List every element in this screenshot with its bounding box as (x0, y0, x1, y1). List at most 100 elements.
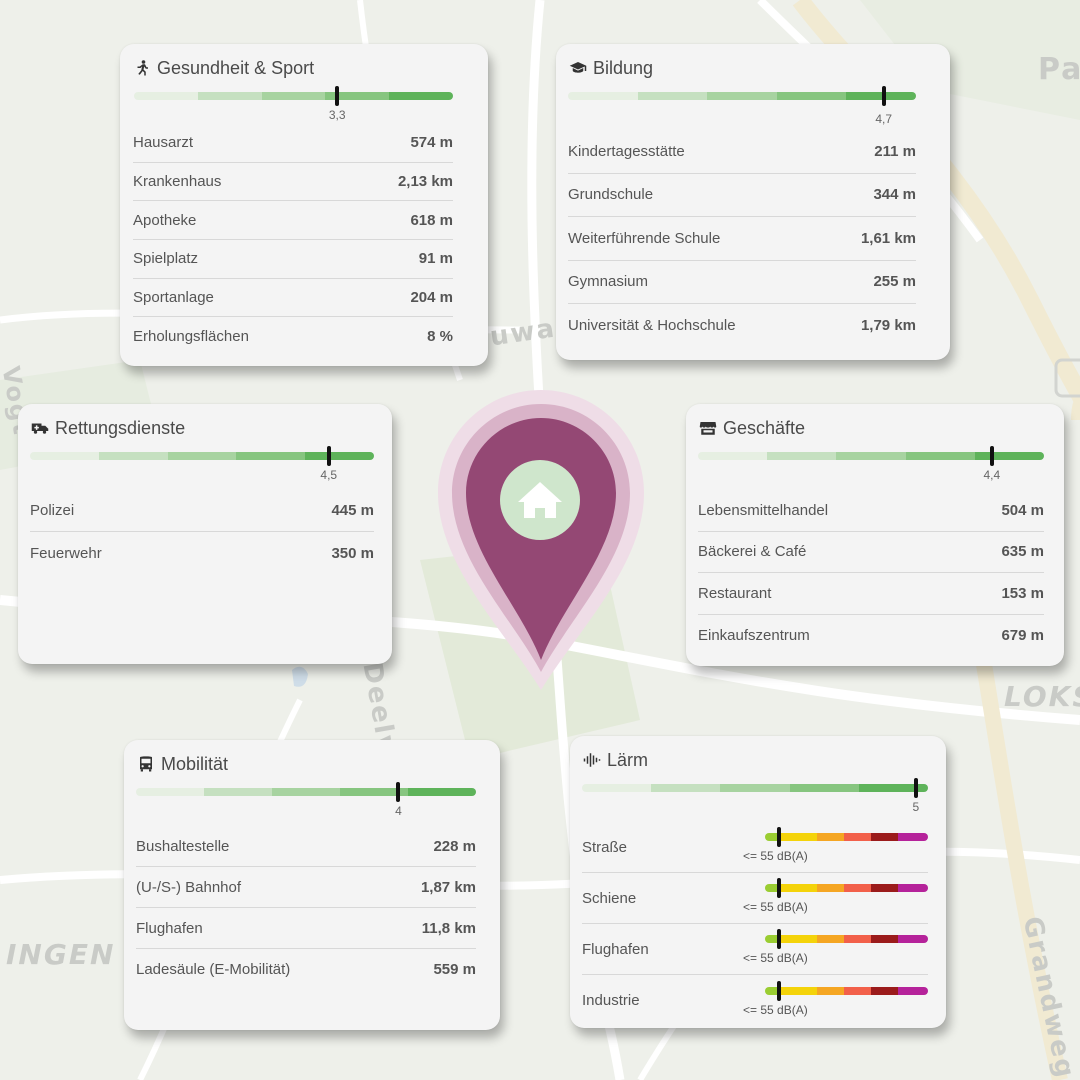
noise-source-label: Straße (582, 838, 628, 856)
card-rescue-services: Rettungsdienste 4,5 Polizei 445 m Feuerweh… (18, 404, 392, 664)
noise-source-label: Industrie (582, 992, 640, 1009)
facility-label: Bushaltestelle (136, 837, 230, 855)
card-title-education: Bildung (593, 57, 654, 78)
list-item: Sportanlage 204 m (133, 279, 453, 318)
score-value: 4,4 (983, 468, 1001, 482)
facility-label: Krankenhaus (133, 173, 222, 191)
facility-label: Universität & Hochschule (568, 317, 736, 335)
noise-level: <= 55 dB(A) (743, 1002, 808, 1017)
noise-row: Flughafen <= 55 dB(A) (582, 924, 928, 975)
facility-distance: 679 m (1001, 626, 1044, 644)
score-marker (881, 86, 886, 106)
noise-meter: <= 55 dB(A) (743, 827, 928, 867)
noise-meter: <= 55 dB(A) (743, 929, 928, 969)
list-item: Grundschule 344 m (568, 174, 916, 217)
facility-label: Apotheke (133, 211, 197, 229)
facility-distance: 1,87 km (420, 878, 476, 896)
facility-distance: 11,8 km (421, 919, 476, 937)
facility-distance: 504 m (1001, 501, 1044, 519)
noise-row: Industrie <= 55 dB(A) (582, 975, 928, 1026)
list-item: Polizei 445 m (30, 490, 374, 532)
facility-distance: 2,13 km (397, 173, 453, 191)
noise-level: <= 55 dB(A) (743, 849, 808, 863)
score-value: 4,7 (875, 112, 892, 126)
score-value: 5 (912, 800, 920, 814)
card-title-health-sport: Gesundheit & Sport (157, 57, 315, 78)
card-title-noise: Lärm (607, 749, 649, 770)
facility-list: Lebensmittelhandel 504 m Bäckerei & Café 63… (698, 490, 1044, 656)
facility-label: Sportanlage (133, 289, 214, 307)
noise-marker (777, 827, 781, 847)
list-item: (U-/S-) Bahnhof 1,87 km (136, 867, 476, 908)
map-label-district: INGEN (6, 938, 116, 971)
facility-distance: 350 m (331, 544, 374, 562)
noise-scale-bar (765, 986, 928, 995)
list-item: Restaurant 153 m (698, 573, 1044, 615)
list-item: Bäckerei & Café 635 m (698, 532, 1044, 573)
noise-scale-bar (765, 884, 928, 892)
list-item: Universität & Hochschule 1,79 km (568, 304, 916, 348)
facility-label: Grundschule (568, 186, 654, 204)
score-meter: 4,4 (698, 446, 1044, 490)
facility-distance: 8 % (427, 328, 453, 346)
list-item: Flughafen 11,8 km (136, 908, 476, 949)
facility-distance: 255 m (873, 273, 916, 291)
card-mobility: Mobilität 4 Bushaltestelle 228 m (U-/S-) B… (124, 740, 500, 1030)
facility-label: Gymnasium (568, 273, 649, 291)
facility-distance: 153 m (1001, 584, 1044, 602)
facility-distance: 618 m (410, 211, 453, 229)
facility-label: Einkaufszentrum (698, 626, 810, 644)
facility-label: Restaurant (698, 584, 772, 602)
noise-source-label: Schiene (582, 889, 637, 907)
facility-distance: 211 m (874, 142, 916, 160)
list-item: Ladesäule (E-Mobilität) 559 m (136, 949, 476, 990)
facility-list: Polizei 445 m Feuerwehr 350 m (30, 490, 374, 574)
list-item: Hausarzt 574 m (133, 124, 453, 163)
facility-label: Polizei (30, 502, 75, 519)
score-marker (913, 778, 918, 798)
sound-wave-icon (582, 750, 602, 770)
facility-distance: 559 m (433, 961, 476, 978)
card-title-shops: Geschäfte (723, 417, 806, 438)
noise-marker (777, 980, 781, 1001)
facility-distance: 1,79 km (860, 317, 916, 335)
card-education: Bildung 4,7 Kindertagesstätte 211 m Grunds… (556, 44, 950, 360)
list-item: Gymnasium 255 m (568, 261, 916, 304)
noise-row: Straße <= 55 dB(A) (582, 822, 928, 873)
facility-distance: 1,61 km (860, 229, 916, 247)
score-meter: 5 (582, 778, 928, 822)
score-meter: 4,5 (30, 446, 374, 490)
facility-label: Spielplatz (133, 250, 199, 268)
facility-label: Flughafen (136, 919, 203, 937)
ambulance-icon (30, 418, 50, 438)
score-meter: 4,7 (568, 86, 916, 130)
score-bar (568, 92, 916, 100)
noise-level: <= 55 dB(A) (743, 900, 808, 914)
facility-label: Weiterführende Schule (568, 229, 721, 247)
score-marker (335, 86, 340, 106)
noise-list: Straße <= 55 dB(A) Schiene <= 55 dB(A) Flugh… (582, 822, 928, 1026)
facility-list: Kindertagesstätte 211 m Grundschule 344 m We… (568, 130, 916, 348)
noise-row: Schiene <= 55 dB(A) (582, 873, 928, 924)
location-pin[interactable] (438, 390, 644, 690)
store-icon (698, 418, 718, 438)
noise-meter: <= 55 dB(A) (743, 878, 928, 918)
list-item: Erholungsflächen 8 % (133, 317, 453, 356)
facility-label: Kindertagesstätte (568, 142, 685, 160)
noise-meter: <= 55 dB(A) (743, 980, 928, 1021)
score-meter: 4 (136, 782, 476, 826)
facility-label: Erholungsflächen (133, 328, 249, 346)
map-label-district: LOKS (1004, 680, 1080, 713)
facility-label: Lebensmittelhandel (698, 501, 829, 519)
list-item: Krankenhaus 2,13 km (133, 163, 453, 202)
list-item: Feuerwehr 350 m (30, 532, 374, 574)
facility-distance: 574 m (410, 134, 453, 152)
card-shops: Geschäfte 4,4 Lebensmittelhandel 504 m Bäc… (686, 404, 1064, 666)
facility-distance: 635 m (1001, 543, 1044, 561)
card-health-sport: Gesundheit & Sport 3,3 Hausarzt 574 m Kran… (120, 44, 488, 366)
facility-distance: 228 m (433, 837, 476, 855)
facility-distance: 91 m (418, 250, 453, 268)
card-title-mobility: Mobilität (161, 753, 229, 774)
list-item: Einkaufszentrum 679 m (698, 615, 1044, 657)
noise-scale-bar (765, 935, 928, 943)
